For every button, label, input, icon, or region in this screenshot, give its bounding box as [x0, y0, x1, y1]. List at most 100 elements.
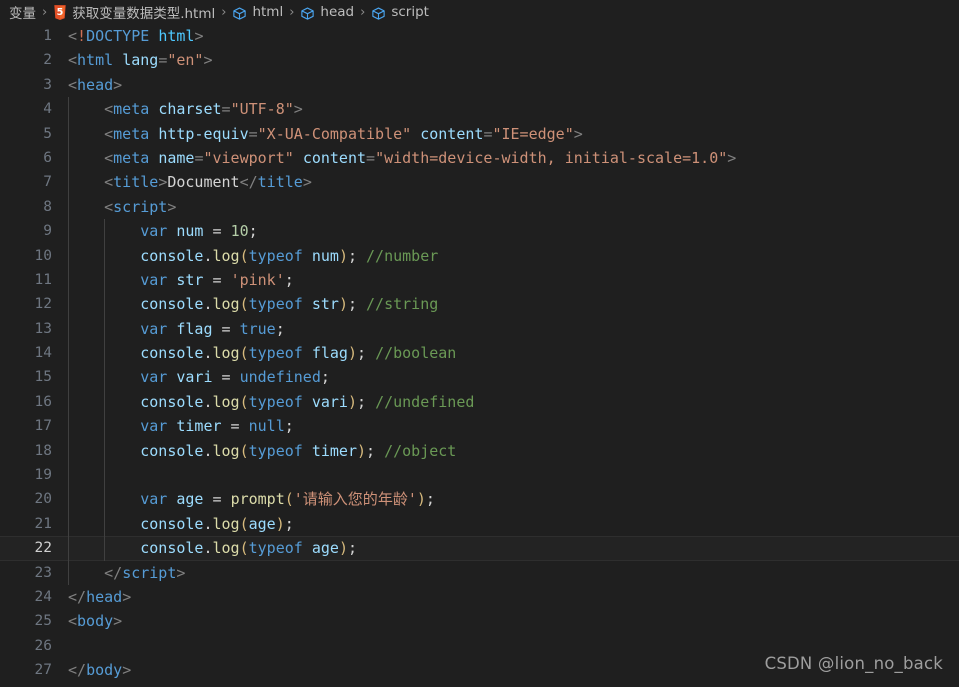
code-line[interactable]: 4 <meta charset="UTF-8"> — [0, 97, 959, 122]
breadcrumb-item-label: head — [320, 4, 355, 20]
code-token: body — [86, 661, 123, 680]
code-token: ! — [77, 27, 87, 45]
breadcrumb-item-5[interactable]: script — [370, 4, 430, 20]
code-token: typeof — [248, 392, 303, 411]
code-content: var vari = undefined; — [68, 365, 330, 389]
code-token: //object — [384, 441, 457, 460]
code-line[interactable]: 18 console.log(typeof timer); //object — [0, 438, 959, 464]
code-token: ; — [347, 295, 357, 314]
code-line[interactable]: 21 console.log(age); — [0, 511, 959, 537]
code-token: ( — [239, 514, 249, 533]
code-token: ) — [338, 539, 348, 558]
code-token: ; — [284, 270, 294, 289]
code-token: "en" — [167, 51, 204, 70]
code-line[interactable]: 22 console.log(typeof age); — [0, 536, 959, 561]
code-line[interactable]: 13 var flag = true; — [0, 316, 959, 342]
code-line[interactable]: 20 var age = prompt('请输入您的年龄'); — [0, 487, 959, 512]
code-line[interactable]: 6 <meta name="viewport" content="width=d… — [0, 145, 959, 171]
breadcrumb-item-2[interactable]: 5 获取变量数据类型.html — [52, 2, 216, 22]
code-line[interactable]: 17 var timer = null; — [0, 414, 959, 439]
code-token: log — [212, 295, 240, 314]
code-token: ) — [347, 344, 357, 363]
code-line[interactable]: 5 <meta http-equiv="X-UA-Compatible" con… — [0, 121, 959, 146]
code-token: ) — [347, 392, 357, 411]
code-token: script — [113, 197, 168, 216]
code-content: var str = 'pink'; — [68, 268, 294, 292]
code-token: undefined — [239, 368, 321, 387]
line-number: 14 — [34, 345, 52, 362]
code-token: //number — [366, 246, 439, 265]
code-token: ( — [239, 246, 249, 265]
breadcrumb-separator: › — [42, 4, 48, 20]
code-line[interactable]: 14 console.log(typeof flag); //boolean — [0, 341, 959, 366]
code-content: </script> — [68, 561, 185, 585]
code-content: console.log(typeof timer); //object — [68, 439, 456, 463]
code-token: flag — [176, 319, 213, 338]
code-line[interactable]: 9 var num = 10; — [0, 219, 959, 244]
code-line[interactable]: 2 <html lang="en"> — [0, 48, 959, 72]
code-line[interactable]: 8 <script> — [0, 194, 959, 220]
line-number: 6 — [43, 149, 52, 166]
code-line[interactable]: 11 var str = 'pink'; — [0, 267, 959, 293]
code-token: ( — [239, 392, 249, 411]
breadcrumb-item-label: 获取变量数据类型.html — [72, 6, 216, 22]
code-line[interactable]: 24 </head> — [0, 585, 959, 609]
code-token: '请输入您的年龄' — [293, 490, 417, 509]
code-token: . — [203, 514, 213, 533]
code-token: ( — [239, 344, 249, 363]
code-token: age — [311, 539, 339, 558]
code-token: charset — [158, 100, 222, 119]
breadcrumb-item-label: script — [391, 4, 429, 20]
code-token: 'pink' — [230, 270, 285, 289]
code-line[interactable]: 19 — [0, 463, 959, 488]
code-token: = — [366, 148, 376, 167]
code-line[interactable]: 3 <head> — [0, 73, 959, 97]
code-content: <head> — [68, 73, 122, 97]
line-number: 13 — [34, 320, 52, 337]
line-number: 11 — [34, 271, 52, 288]
code-line[interactable]: 15 var vari = undefined; — [0, 365, 959, 390]
line-number: 21 — [34, 515, 52, 532]
code-editor[interactable]: 1 <!DOCTYPE html> 2 <html lang="en"> 3 <head>… — [0, 24, 959, 687]
code-line[interactable]: 1 <!DOCTYPE html> — [0, 24, 959, 48]
code-token: flag — [311, 344, 348, 363]
code-token: ( — [239, 441, 249, 460]
code-content: </head> — [68, 585, 131, 609]
code-line[interactable]: 12 console.log(typeof str); //string — [0, 292, 959, 317]
breadcrumb-item-4[interactable]: head — [299, 4, 355, 20]
code-token: > — [302, 173, 312, 192]
code-token: > — [122, 661, 132, 680]
code-token: console — [140, 392, 204, 411]
code-token: . — [203, 295, 213, 314]
breadcrumb-item-3[interactable]: html — [231, 4, 284, 20]
code-line[interactable]: 16 console.log(typeof vari); //undefined — [0, 389, 959, 415]
code-token: Document — [167, 173, 240, 192]
code-line[interactable]: 10 console.log(typeof num); //number — [0, 243, 959, 268]
line-number: 1 — [43, 28, 52, 44]
code-line[interactable]: 23 </script> — [0, 560, 959, 585]
code-line[interactable]: 7 <title>Document</title> — [0, 170, 959, 195]
code-token: ( — [284, 490, 294, 509]
breadcrumb-item-1[interactable]: 变量 — [8, 2, 37, 22]
code-line[interactable]: 25 <body> — [0, 609, 959, 633]
code-content: <body> — [68, 609, 122, 633]
code-token: str — [176, 270, 204, 289]
code-token: console — [140, 539, 204, 558]
code-token: body — [77, 612, 114, 631]
code-token: console — [140, 441, 204, 460]
code-content: var num = 10; — [68, 219, 257, 243]
code-token: timer — [311, 441, 357, 460]
code-line[interactable]: 28 </html> — [0, 683, 959, 687]
code-token: var — [140, 368, 168, 387]
